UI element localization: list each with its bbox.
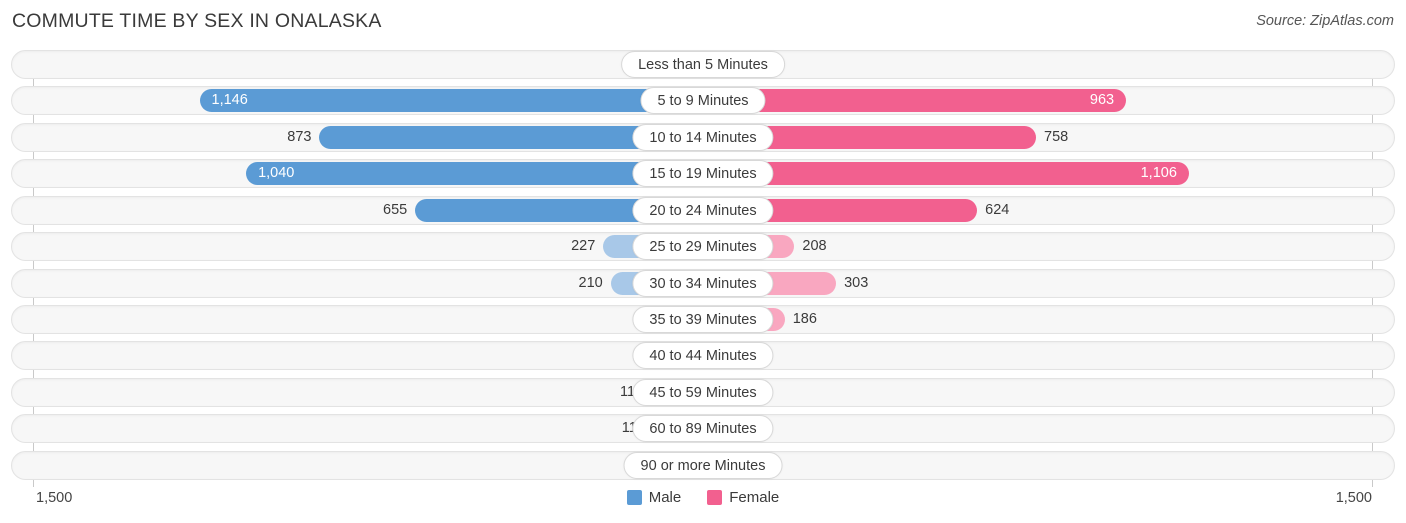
value-label-female: 303 <box>844 274 869 291</box>
legend-swatch-icon <box>626 490 642 505</box>
bar-female[interactable] <box>703 162 1189 186</box>
category-label: 20 to 24 Minutes <box>632 196 774 224</box>
chart-header: COMMUTE TIME BY SEX IN ONALASKA Source: … <box>0 0 1406 44</box>
table-row: 210 303 30 to 34 Minutes <box>11 268 1395 298</box>
category-label: 30 to 34 Minutes <box>632 269 774 297</box>
category-label: 25 to 29 Minutes <box>632 233 774 261</box>
table-row: 1187745 to 59 Minutes <box>11 377 1395 407</box>
page-title: COMMUTE TIME BY SEX IN ONALASKA <box>12 10 382 32</box>
value-label-female: 963 <box>1089 92 1115 109</box>
value-label-female: 1,106 <box>1140 165 1177 182</box>
table-row: 1,146 963 5 to 9 Minutes <box>11 86 1395 116</box>
category-label: 15 to 19 Minutes <box>632 160 774 188</box>
value-label-male: 227 <box>571 238 596 255</box>
chart-footer: 1,500 1,500 Male Female <box>0 487 1406 523</box>
category-label: 35 to 39 Minutes <box>632 305 774 333</box>
category-label: Less than 5 Minutes <box>621 51 785 78</box>
table-row: 655 624 20 to 24 Minutes <box>11 195 1395 225</box>
table-row: 8218635 to 39 Minutes <box>11 304 1395 334</box>
value-label-male: 655 <box>383 201 408 218</box>
bar-female[interactable] <box>703 89 1127 113</box>
legend-item-female[interactable]: Female <box>707 489 779 506</box>
bar-male[interactable] <box>199 89 703 113</box>
category-label: 45 to 59 Minutes <box>632 378 774 406</box>
table-row: 1143060 to 89 Minutes <box>11 414 1395 444</box>
legend-swatch-icon <box>707 490 723 505</box>
category-label: 10 to 14 Minutes <box>632 123 774 151</box>
table-row: 1,040 1,106 15 to 19 Minutes <box>11 159 1395 189</box>
category-label: 5 to 9 Minutes <box>640 87 766 115</box>
value-label-male: 1,146 <box>211 92 248 109</box>
value-label-male: 873 <box>287 128 312 145</box>
category-label: 90 or more Minutes <box>623 451 783 479</box>
table-row: 873 758 10 to 14 Minutes <box>11 122 1395 152</box>
category-label: 40 to 44 Minutes <box>632 342 774 370</box>
value-label-female: 758 <box>1044 128 1069 145</box>
chart-legend: Male Female <box>0 489 1406 506</box>
legend-item-male[interactable]: Male <box>626 489 682 506</box>
source-attribution: Source: ZipAtlas.com <box>1256 13 1394 29</box>
table-row: 82109Less than 5 Minutes <box>11 50 1395 79</box>
category-label: 60 to 89 Minutes <box>632 415 774 443</box>
value-label-female: 624 <box>985 201 1010 218</box>
table-row: 456940 to 44 Minutes <box>11 341 1395 371</box>
chart-plot-area: 82109Less than 5 Minutes 1,146 963 5 to 9 M… <box>0 50 1406 490</box>
value-label-male: 1,040 <box>258 165 295 182</box>
table-row: 297790 or more Minutes <box>11 450 1395 480</box>
value-label-female: 186 <box>792 310 817 327</box>
table-row: 227 208 25 to 29 Minutes <box>11 232 1395 262</box>
value-label-male: 210 <box>578 274 603 291</box>
value-label-female: 208 <box>802 238 827 255</box>
legend-label: Male <box>648 489 682 506</box>
legend-label: Female <box>729 489 780 506</box>
